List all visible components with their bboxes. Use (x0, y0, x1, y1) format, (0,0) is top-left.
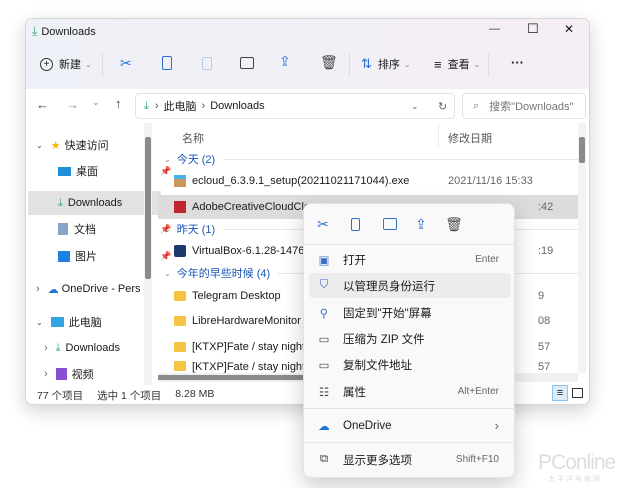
minimize-button[interactable]: — (489, 23, 500, 35)
document-icon (58, 223, 68, 235)
pin-icon: ⚲ (319, 307, 329, 320)
sidebar-item-pc-downloads[interactable]: › ⤓ Downloads (44, 336, 120, 360)
navigation-pane: ⌄★快速访问 桌面📌 ⤓Downloads📌 文档📌 图片📌 ›☁OneDriv… (26, 123, 171, 386)
search-input[interactable]: ⌕ 搜索"Downloads" (462, 93, 586, 119)
rename-icon[interactable] (240, 57, 254, 69)
share-icon[interactable]: ⇪ (279, 53, 291, 70)
menu-item-pin-to-start[interactable]: ⚲ 固定到"开始"屏幕 (309, 300, 511, 325)
status-bar: 77 个项目 选中 1 个项目 8.28 MB (37, 388, 214, 403)
video-icon (55, 368, 67, 380)
menu-item-open[interactable]: ▣ 打开 Enter (309, 247, 511, 272)
properties-icon: ☷ (318, 386, 330, 399)
virtualbox-icon (174, 245, 186, 257)
watermark-subtitle: 太平洋电脑网 (548, 476, 602, 483)
menu-item-show-more-options[interactable]: ⧉ 显示更多选项 Shift+F10 (309, 447, 511, 472)
divider (102, 53, 103, 77)
rename-icon[interactable] (383, 218, 397, 230)
view-list-icon: ≡ (434, 56, 442, 72)
forward-button[interactable]: → (66, 97, 79, 112)
open-icon: ▣ (318, 254, 330, 267)
cut-icon[interactable]: ✂ (312, 216, 334, 233)
folder-icon (174, 316, 186, 326)
column-header-name[interactable]: 名称 (182, 130, 204, 146)
folder-icon (174, 361, 186, 371)
view-button[interactable]: ≡ 查看 ⌄ (434, 49, 480, 79)
sidebar-item-videos[interactable]: › 视频 (44, 362, 94, 386)
sidebar-item-pictures[interactable]: 图片 📌 (58, 244, 171, 268)
sidebar-item-downloads[interactable]: ⤓Downloads📌 (58, 191, 171, 215)
sort-icon: ⇅ (361, 56, 372, 71)
folder-icon (174, 291, 186, 301)
file-row[interactable]: ecloud_6.3.9.1_setup(20211021171044).exe… (158, 169, 578, 193)
pictures-icon (58, 250, 70, 262)
item-count: 77 个项目 (37, 390, 84, 402)
breadcrumb-this-pc[interactable]: 此电脑 (164, 98, 197, 114)
chevron-down-icon[interactable]: ⌄ (411, 101, 419, 112)
more-options-button[interactable]: ··· (511, 55, 524, 70)
desktop-icon (58, 166, 71, 176)
details-view-icon[interactable]: ≡ (552, 385, 568, 401)
cloud-icon: ☁ (47, 283, 59, 296)
context-menu: ✂ ⇪ 🗑 ▣ 打开 Enter ⛉ 以管理员身份运行 ⚲ 固定到"开始"屏幕 ▭ 压缩为… (303, 203, 516, 478)
sidebar-item-onedrive[interactable]: › ☁ OneDrive - Pers (36, 277, 141, 301)
watermark-logo: PConline (538, 451, 616, 474)
maximize-button[interactable]: ☐ (527, 21, 539, 37)
adobe-icon (174, 201, 186, 213)
back-button[interactable]: ← (36, 97, 49, 112)
installer-icon (174, 175, 186, 187)
copy-icon[interactable] (162, 56, 172, 70)
column-header-date[interactable]: 修改日期 (448, 130, 492, 146)
recent-locations-button[interactable]: ⌄ (92, 97, 100, 108)
menu-item-copy-path[interactable]: ▭ 复制文件地址 (309, 352, 511, 377)
menu-item-onedrive[interactable]: ☁ OneDrive › (309, 413, 511, 438)
window-title: ⤓ Downloads (32, 24, 96, 38)
shield-icon: ⛉ (319, 279, 329, 291)
cloud-icon: ☁ (318, 420, 330, 433)
selected-count: 选中 1 个项目 (97, 390, 162, 402)
group-header-today[interactable]: ⌄ 今天 (2) (158, 147, 578, 171)
delete-icon[interactable]: 🗑 (320, 54, 338, 71)
up-button[interactable]: ↑ (115, 96, 122, 111)
download-icon: ⤓ (55, 341, 61, 354)
download-icon: ⤓ (32, 24, 38, 38)
sidebar-item-quick-access[interactable]: ⌄ ★ 快速访问 (36, 133, 109, 157)
sort-button[interactable]: ⇅ 排序 ⌄ (361, 49, 411, 79)
show-more-icon: ⧉ (319, 453, 329, 465)
close-button[interactable]: ✕ (564, 22, 574, 36)
sidebar-scrollbar[interactable] (144, 123, 152, 385)
paste-icon[interactable] (202, 57, 212, 70)
new-button[interactable]: + 新建 ⌄ (40, 49, 92, 79)
search-icon: ⌕ (473, 99, 480, 112)
sidebar-item-documents[interactable]: 文档 📌 (58, 217, 171, 241)
address-bar[interactable]: ⤓ › 此电脑 › Downloads ⌄ ↻ (135, 93, 455, 119)
tiles-view-icon[interactable] (572, 388, 583, 398)
delete-icon[interactable]: 🗑 (443, 216, 465, 233)
divider (488, 53, 489, 77)
vertical-scrollbar[interactable] (578, 123, 586, 373)
download-icon: ⤓ (58, 196, 63, 209)
breadcrumb-downloads[interactable]: Downloads (210, 100, 264, 112)
divider (349, 53, 350, 77)
plus-circle-icon: + (40, 57, 53, 71)
sidebar-item-desktop[interactable]: 桌面 📌 (58, 159, 171, 183)
sidebar-item-this-pc[interactable]: ⌄ 此电脑 (36, 310, 102, 334)
share-icon[interactable]: ⇪ (410, 216, 432, 233)
cut-icon[interactable]: ✂ (120, 55, 132, 72)
copy-path-icon: ▭ (318, 359, 330, 372)
menu-item-properties[interactable]: ☷ 属性 Alt+Enter (309, 379, 511, 404)
copy-icon[interactable] (351, 218, 360, 231)
chevron-right-icon: › (494, 418, 499, 433)
refresh-icon[interactable]: ↻ (438, 100, 447, 113)
menu-item-run-as-admin[interactable]: ⛉ 以管理员身份运行 (309, 273, 511, 298)
selected-size: 8.28 MB (175, 388, 215, 400)
star-icon: ★ (50, 139, 61, 152)
folder-icon (174, 342, 186, 352)
download-icon: ⤓ (144, 99, 149, 112)
zip-folder-icon: ▭ (318, 333, 330, 346)
computer-icon (50, 317, 64, 327)
menu-item-compress-zip[interactable]: ▭ 压缩为 ZIP 文件 (309, 326, 511, 351)
